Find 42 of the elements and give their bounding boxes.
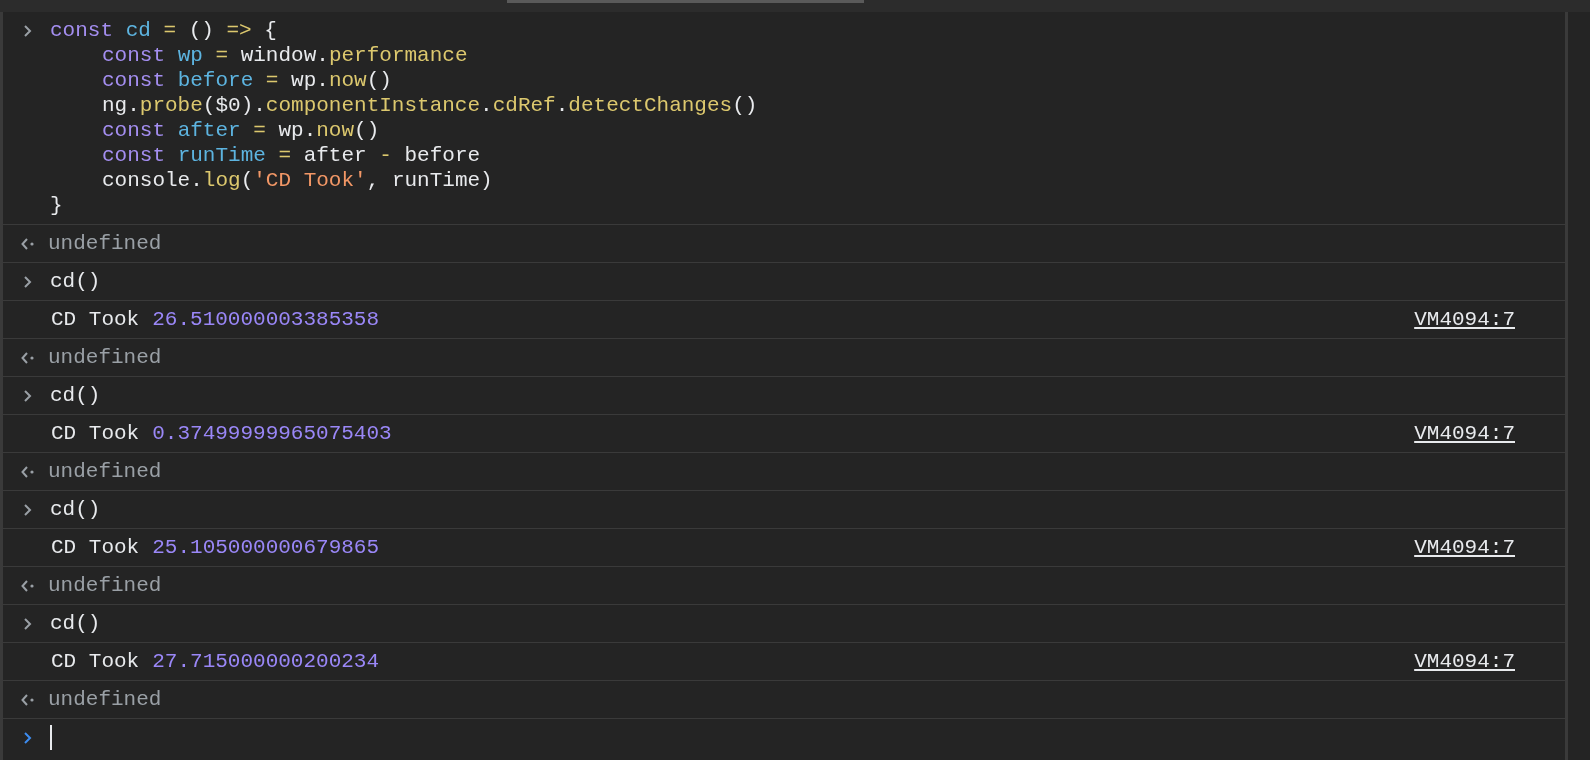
result-text: undefined bbox=[48, 345, 162, 370]
code-line: const before = wp.now() bbox=[101, 68, 393, 93]
code-line: cd() bbox=[50, 269, 101, 294]
code-line: const cd = () => { bbox=[50, 18, 278, 43]
source-link[interactable]: VM4094:7 bbox=[1414, 649, 1515, 674]
chevron-right-icon bbox=[23, 503, 33, 517]
log-message: CD Took bbox=[51, 535, 140, 560]
return-arrow-icon bbox=[21, 466, 35, 478]
return-arrow-icon bbox=[21, 352, 35, 364]
chevron-right-icon bbox=[23, 731, 33, 745]
log-value: 0.37499999965075403 bbox=[152, 421, 392, 446]
return-arrow-icon bbox=[21, 580, 35, 592]
result-text: undefined bbox=[48, 459, 162, 484]
text-cursor[interactable] bbox=[50, 725, 52, 750]
chevron-right-icon bbox=[23, 389, 33, 403]
code-line: const after = wp.now() bbox=[101, 118, 381, 143]
scrollbar-thumb[interactable] bbox=[507, 0, 864, 3]
return-arrow-icon bbox=[21, 238, 35, 250]
source-link[interactable]: VM4094:7 bbox=[1414, 535, 1515, 560]
code-line: console.log('CD Took', runTime) bbox=[101, 168, 494, 193]
source-link[interactable]: VM4094:7 bbox=[1414, 421, 1515, 446]
code-line: } bbox=[50, 193, 64, 218]
log-message: CD Took bbox=[51, 421, 140, 446]
log-value: 26.510000003385358 bbox=[152, 307, 380, 332]
log-value: 27.715000000200234 bbox=[152, 649, 380, 674]
chevron-right-icon bbox=[23, 275, 33, 289]
code-line: cd() bbox=[50, 611, 101, 636]
log-message: CD Took bbox=[51, 307, 140, 332]
log-message: CD Took bbox=[51, 649, 140, 674]
code-line: ng.probe($0).componentInstance.cdRef.detectChanges() bbox=[101, 93, 758, 118]
result-text: undefined bbox=[48, 687, 162, 712]
code-line: cd() bbox=[50, 383, 101, 408]
result-text: undefined bbox=[48, 231, 162, 256]
return-arrow-icon bbox=[21, 694, 35, 706]
source-link[interactable]: VM4094:7 bbox=[1414, 307, 1515, 332]
chevron-right-icon bbox=[23, 617, 33, 631]
chevron-right-icon bbox=[23, 24, 33, 38]
log-value: 25.105000000679865 bbox=[152, 535, 380, 560]
code-line: const runTime = after - before bbox=[101, 143, 482, 168]
code-line: cd() bbox=[50, 497, 101, 522]
result-text: undefined bbox=[48, 573, 162, 598]
code-line: const wp = window.performance bbox=[101, 43, 469, 68]
